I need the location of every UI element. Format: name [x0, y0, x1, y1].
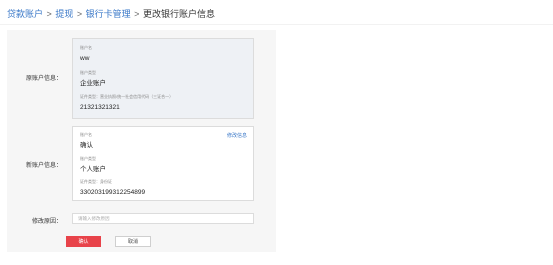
new-id-label: 证件类型：身份证 [80, 179, 112, 184]
cancel-button[interactable]: 取消 [115, 236, 151, 247]
reason-label: 修改原因： [31, 219, 62, 225]
new-id-value: 330203199312254899 [80, 189, 146, 196]
breadcrumb-withdraw[interactable]: 提现 [55, 9, 73, 19]
change-account-form: 原账户信息： 账户名 ww 账户类型 企业账户 证件类型：营业执照/统一社会信用… [7, 30, 276, 252]
new-name-value: 确认 [80, 142, 93, 149]
new-account-box: 修改信息 账户名 确认 账户类型 个人账户 证件类型：身份证 330203199… [72, 126, 254, 201]
breadcrumb-loan-account[interactable]: 贷款账户 [7, 9, 43, 19]
original-name-field: 账户名 ww [80, 45, 92, 63]
breadcrumb-separator: > [134, 9, 140, 19]
new-name-label: 账户名 [80, 132, 92, 137]
original-id-value: 21321321321 [80, 104, 120, 111]
breadcrumb-separator: > [76, 9, 83, 19]
modify-info-link[interactable]: 修改信息 [227, 132, 247, 139]
breadcrumb-bank-card-management[interactable]: 银行卡管理 [86, 9, 131, 19]
breadcrumb-current-page: 更改银行账户信息 [142, 9, 215, 19]
original-name-label: 账户名 [80, 45, 92, 50]
original-id-field: 证件类型：营业执照/统一社会信用代码（三证合一） 21321321321 [80, 94, 173, 112]
original-id-label: 证件类型：营业执照/统一社会信用代码（三证合一） [80, 94, 174, 99]
new-type-label: 账户类型 [80, 156, 96, 161]
new-type-value: 个人账户 [80, 166, 106, 173]
breadcrumb: 贷款账户 > 提现 > 银行卡管理 > 更改银行账户信息 [7, 9, 215, 20]
original-name-value: ww [80, 55, 90, 62]
confirm-button[interactable]: 确认 [66, 236, 101, 247]
breadcrumb-separator: > [46, 9, 52, 19]
original-type-label: 账户类型 [80, 70, 96, 75]
original-account-box: 账户名 ww 账户类型 企业账户 证件类型：营业执照/统一社会信用代码（三证合一… [72, 38, 254, 119]
header-divider [0, 24, 553, 25]
new-account-label: 新账户信息： [25, 163, 62, 169]
new-name-field: 账户名 确认 [80, 132, 93, 150]
reason-input[interactable] [72, 213, 254, 224]
original-account-label: 原账户信息： [25, 76, 62, 82]
new-type-field: 账户类型 个人账户 [80, 156, 106, 174]
original-type-value: 企业账户 [80, 80, 106, 87]
original-type-field: 账户类型 企业账户 [80, 70, 106, 88]
new-id-field: 证件类型：身份证 330203199312254899 [80, 179, 145, 197]
